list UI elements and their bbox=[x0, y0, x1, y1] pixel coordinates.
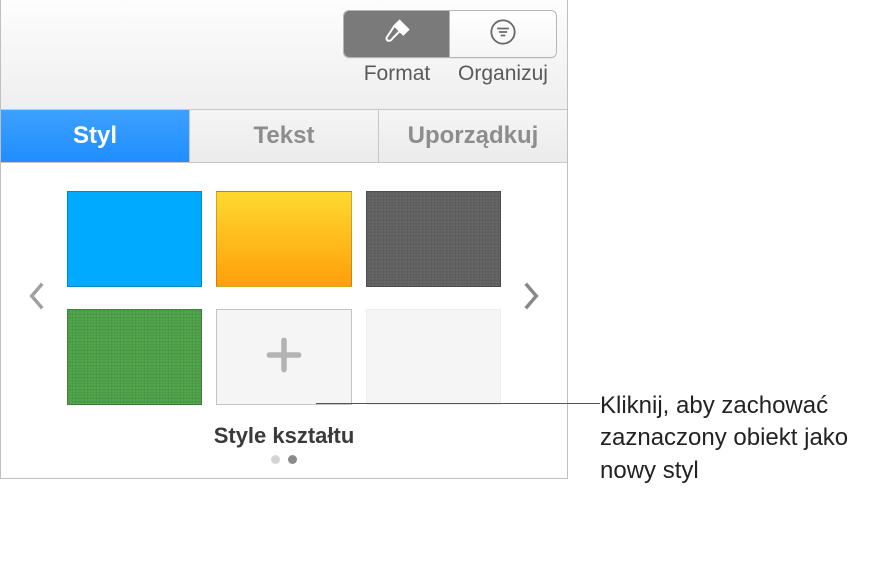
tab-arrange[interactable]: Uporządkuj bbox=[379, 110, 567, 162]
shape-styles-section: Style kształtu bbox=[1, 163, 567, 478]
plus-icon bbox=[262, 333, 306, 382]
add-style-button[interactable] bbox=[216, 309, 351, 405]
prev-page-button[interactable] bbox=[23, 282, 51, 315]
chevron-left-icon bbox=[28, 282, 46, 315]
inspector-tabs: Styl Tekst Uporządkuj bbox=[1, 110, 567, 163]
next-page-button[interactable] bbox=[517, 282, 545, 315]
toolbar: Format Organizuj bbox=[1, 0, 567, 110]
chevron-right-icon bbox=[522, 282, 540, 315]
organize-label: Organizuj bbox=[450, 62, 556, 86]
callout-text: Kliknij, aby zachować zaznaczony obiekt … bbox=[600, 390, 880, 487]
page-indicator bbox=[23, 455, 545, 464]
format-label: Format bbox=[344, 62, 450, 86]
style-swatch-blue[interactable] bbox=[67, 191, 202, 287]
style-swatch-green[interactable] bbox=[67, 309, 202, 405]
style-swatch-gray[interactable] bbox=[366, 191, 501, 287]
page-dot-1[interactable] bbox=[271, 455, 280, 464]
organize-button[interactable] bbox=[450, 11, 556, 57]
tab-style[interactable]: Styl bbox=[1, 110, 190, 162]
style-swatch-orange[interactable] bbox=[216, 191, 351, 287]
shape-styles-title: Style kształtu bbox=[23, 423, 545, 449]
format-button[interactable] bbox=[344, 11, 450, 57]
paintbrush-icon bbox=[382, 17, 412, 52]
organize-icon bbox=[489, 18, 517, 51]
style-swatch-empty bbox=[366, 309, 501, 405]
inspector-panel: Format Organizuj Styl Tekst Uporządkuj bbox=[0, 0, 568, 479]
page-dot-2[interactable] bbox=[288, 455, 297, 464]
callout-leader-line bbox=[316, 403, 600, 404]
tab-text[interactable]: Tekst bbox=[190, 110, 379, 162]
